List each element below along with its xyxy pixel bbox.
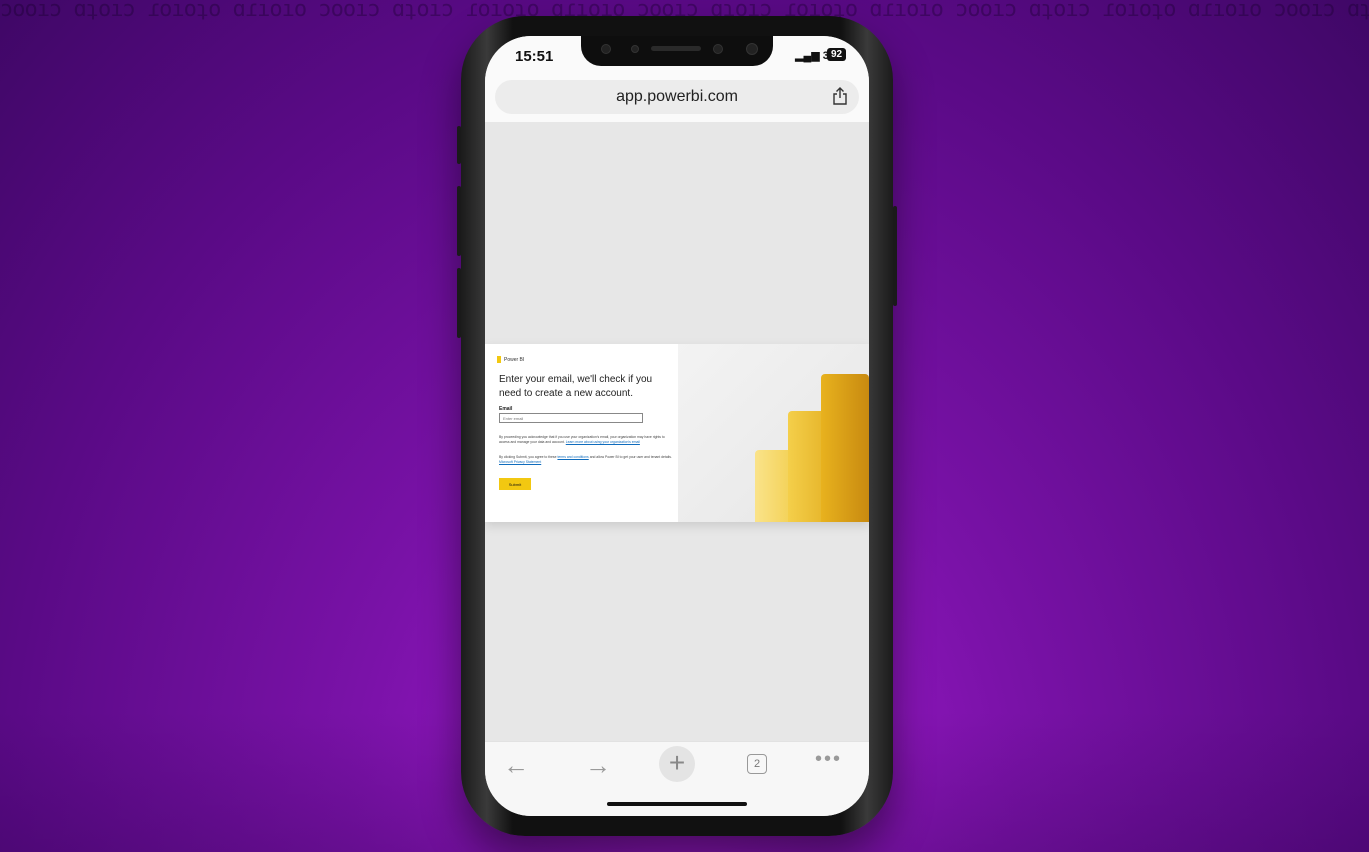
share-icon[interactable] bbox=[831, 87, 849, 105]
speaker-grille bbox=[651, 46, 701, 51]
sensor-icon bbox=[601, 44, 611, 54]
submit-button[interactable]: Submit bbox=[499, 478, 531, 490]
battery-indicator: 92 bbox=[827, 48, 847, 61]
url-text: app.powerbi.com bbox=[616, 88, 738, 105]
sensor-icon bbox=[713, 44, 723, 54]
terms-link[interactable]: terms and conditions bbox=[557, 455, 588, 459]
legal-notice-1: By proceeding you acknowledge that if yo… bbox=[499, 435, 675, 445]
address-bar[interactable]: app.powerbi.com bbox=[495, 80, 859, 114]
signup-heading: Enter your email, we'll check if you nee… bbox=[499, 374, 653, 399]
legal-text: By clicking Submit, you agree to these bbox=[499, 455, 557, 459]
more-options-icon[interactable]: ••• bbox=[815, 748, 842, 771]
new-tab-plus-icon[interactable]: + bbox=[659, 746, 695, 782]
brand-logo: Power BI bbox=[497, 356, 524, 363]
sensor-icon bbox=[631, 45, 639, 53]
signup-card: Power BI Enter your email, we'll check i… bbox=[485, 344, 869, 522]
learn-more-link[interactable]: Learn more about using your organization… bbox=[566, 440, 640, 444]
phone-screen: 15:51 ▂▄▆ 3G 92 app.powerbi.com Power BI bbox=[485, 36, 869, 816]
email-input[interactable] bbox=[499, 413, 643, 423]
browser-bottom-bar: ← → + 2 ••• bbox=[485, 741, 869, 816]
phone-frame: 15:51 ▂▄▆ 3G 92 app.powerbi.com Power BI bbox=[457, 16, 897, 836]
signal-bars-icon: ▂▄▆ bbox=[795, 50, 820, 62]
browser-toolbar: app.powerbi.com bbox=[485, 76, 869, 123]
privacy-statement-link[interactable]: Microsoft Privacy Statement bbox=[499, 460, 541, 464]
brand-name: Power BI bbox=[504, 356, 525, 363]
back-arrow-icon[interactable]: ← bbox=[503, 750, 529, 781]
volume-down-button bbox=[457, 268, 461, 338]
status-time: 15:51 bbox=[515, 48, 554, 65]
legal-text: and allow Power BI to get your user and … bbox=[589, 455, 672, 459]
forward-arrow-icon[interactable]: → bbox=[585, 750, 611, 781]
notch bbox=[581, 36, 773, 66]
legal-notice-2: By clicking Submit, you agree to these t… bbox=[499, 455, 675, 465]
volume-up-button bbox=[457, 186, 461, 256]
tab-count-button[interactable]: 2 bbox=[747, 754, 767, 774]
power-button bbox=[893, 206, 897, 306]
front-camera-icon bbox=[746, 43, 758, 55]
home-indicator[interactable] bbox=[607, 802, 747, 806]
web-page: Power BI Enter your email, we'll check i… bbox=[485, 122, 869, 742]
power-bi-logo-icon bbox=[497, 356, 501, 363]
mute-switch bbox=[457, 126, 461, 164]
email-label: Email bbox=[499, 406, 513, 412]
chart-bar-tall bbox=[821, 374, 869, 522]
